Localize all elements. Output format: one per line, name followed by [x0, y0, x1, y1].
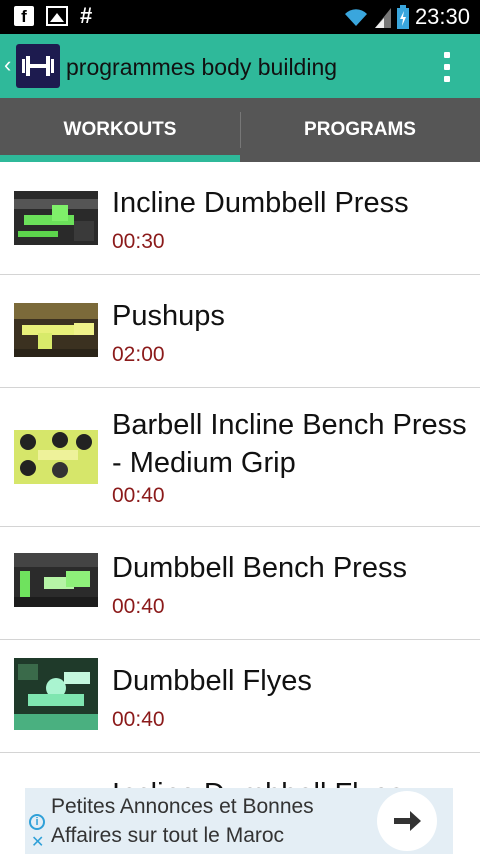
workout-duration: 00:30	[112, 230, 165, 253]
tab-workouts[interactable]: WORKOUTS	[0, 98, 240, 162]
info-icon[interactable]: i	[29, 814, 45, 830]
wifi-icon	[344, 9, 367, 26]
battery-icon	[396, 5, 409, 29]
hash-icon: #	[80, 3, 93, 28]
image-icon	[46, 6, 68, 26]
workout-duration: 00:40	[112, 595, 165, 618]
status-bar: f # 23:30	[0, 0, 480, 34]
tab-label: WORKOUTS	[63, 119, 177, 140]
list-item[interactable]: Incline Dumbbell Flyes	[0, 753, 480, 788]
list-item[interactable]: Dumbbell Bench Press 00:40	[0, 527, 480, 640]
ad-banner[interactable]: i ✕ Petites Annonces et Bonnes Affaires …	[25, 788, 453, 854]
list-item[interactable]: Barbell Incline Bench Press - Medium Gri…	[0, 388, 480, 527]
close-icon[interactable]: ✕	[31, 832, 44, 852]
workout-list: Incline Dumbbell Press 00:30 Pushups 02:…	[0, 162, 480, 788]
tab-programs[interactable]: PROGRAMS	[240, 98, 480, 162]
arrow-right-icon[interactable]	[377, 791, 437, 851]
dumbbell-icon[interactable]	[16, 44, 60, 88]
workout-duration: 00:40	[112, 708, 165, 731]
tab-divider	[240, 112, 241, 148]
workout-name: Pushups	[112, 300, 225, 332]
workout-name: Incline Dumbbell Flyes	[112, 775, 468, 788]
facebook-icon: f	[14, 6, 34, 26]
list-item[interactable]: Incline Dumbbell Press 00:30	[0, 162, 480, 275]
workout-thumbnail	[14, 553, 98, 607]
ad-text: Petites Annonces et Bonnes Affaires sur …	[51, 795, 314, 847]
list-item[interactable]: Dumbbell Flyes 00:40	[0, 640, 480, 753]
app-title: programmes body building	[66, 54, 338, 80]
chevron-left-icon[interactable]: ‹	[4, 52, 11, 78]
overflow-menu-icon[interactable]	[444, 52, 450, 82]
signal-icon	[374, 8, 391, 28]
workout-thumbnail	[14, 430, 98, 484]
workout-name: Dumbbell Flyes	[112, 665, 312, 697]
clock: 23:30	[414, 4, 470, 29]
tab-label: PROGRAMS	[304, 119, 416, 140]
workout-name: Dumbbell Bench Press	[112, 552, 407, 584]
workout-thumbnail	[14, 658, 98, 730]
workout-duration: 02:00	[112, 343, 165, 366]
workout-duration: 00:40	[112, 484, 165, 507]
list-item[interactable]: Pushups 02:00	[0, 275, 480, 388]
action-bar: ‹ programmes body building	[0, 34, 480, 98]
workout-name: Barbell Incline Bench Press - Medium Gri…	[112, 409, 467, 479]
workout-thumbnail	[14, 303, 98, 357]
workout-thumbnail	[14, 191, 98, 245]
workout-name: Incline Dumbbell Press	[112, 187, 409, 219]
